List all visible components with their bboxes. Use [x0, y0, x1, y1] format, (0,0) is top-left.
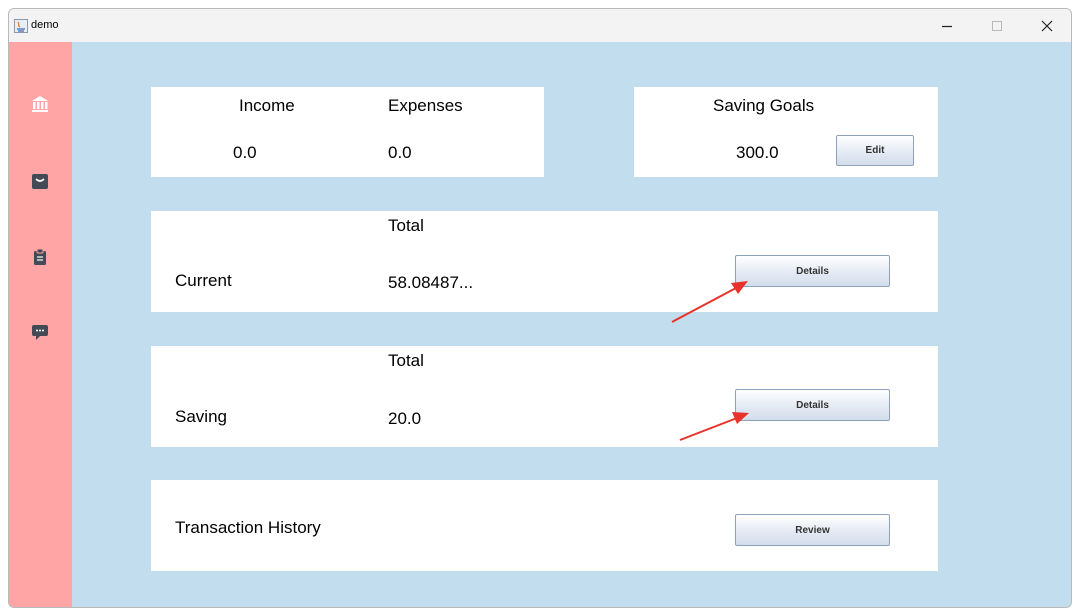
app-window: demo Income Expenses 0.0 0.0 Saving Goal… — [8, 8, 1072, 608]
main-content: Income Expenses 0.0 0.0 Saving Goals 300… — [72, 42, 1071, 607]
current-total-label: Total — [388, 216, 424, 235]
maximize-icon — [992, 20, 1002, 31]
minimize-icon — [942, 25, 952, 27]
saving-panel: Total Saving 20.0 Details — [151, 346, 938, 447]
minimize-button[interactable] — [924, 9, 970, 42]
transaction-history-panel: Transaction History Review — [151, 480, 938, 571]
review-button[interactable]: Review — [735, 514, 890, 546]
java-app-icon — [14, 19, 28, 33]
saving-goals-value: 300.0 — [736, 143, 779, 162]
current-label: Current — [175, 271, 232, 290]
sidebar — [9, 42, 72, 607]
clipboard-icon[interactable] — [31, 248, 49, 266]
saving-label: Saving — [175, 407, 227, 426]
close-icon — [1041, 20, 1053, 31]
saving-total-label: Total — [388, 351, 424, 370]
close-button[interactable] — [1024, 9, 1070, 42]
saving-goals-panel: Saving Goals 300.0 Edit — [634, 87, 938, 177]
income-value: 0.0 — [233, 143, 257, 162]
bank-icon[interactable] — [31, 95, 49, 113]
chat-icon[interactable] — [31, 323, 49, 341]
current-total-value: 58.08487... — [388, 273, 474, 292]
expenses-value: 0.0 — [388, 143, 412, 162]
maximize-button[interactable] — [974, 9, 1020, 42]
edit-goal-button[interactable]: Edit — [836, 135, 914, 166]
saving-total-value: 20.0 — [388, 409, 422, 428]
transaction-history-label: Transaction History — [175, 518, 321, 537]
window-title: demo — [31, 19, 59, 31]
current-panel: Total Current 58.08487... Details — [151, 211, 938, 312]
income-expenses-panel: Income Expenses 0.0 0.0 — [151, 87, 544, 177]
saving-goals-label: Saving Goals — [713, 96, 815, 115]
current-details-button[interactable]: Details — [735, 255, 890, 287]
income-label: Income — [239, 96, 295, 115]
expenses-label: Expenses — [388, 96, 463, 115]
saving-details-button[interactable]: Details — [735, 389, 890, 421]
bag-icon[interactable] — [31, 172, 49, 190]
title-bar: demo — [9, 9, 1071, 42]
